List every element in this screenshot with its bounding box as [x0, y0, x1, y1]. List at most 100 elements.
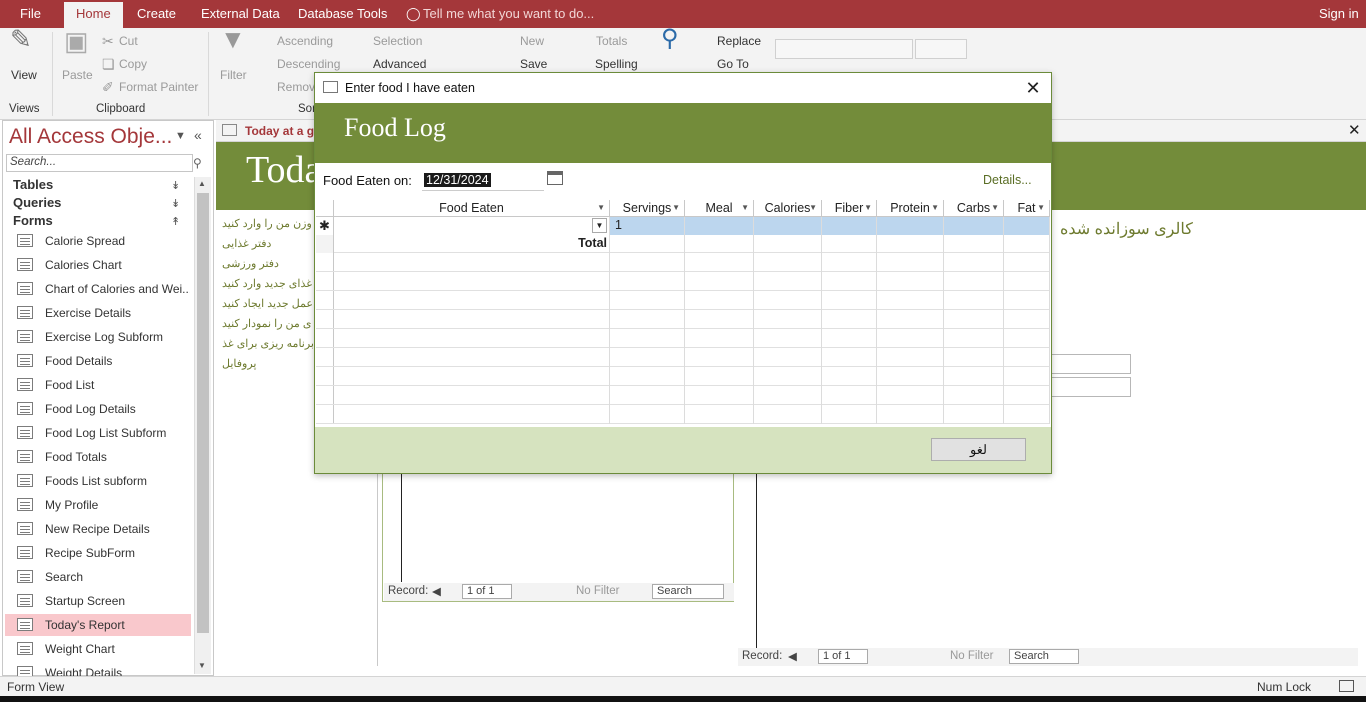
- report-link[interactable]: غذای جدید وارد کنید: [222, 277, 314, 290]
- find-icon[interactable]: ⚲: [661, 27, 679, 51]
- tab-home[interactable]: Home: [64, 2, 123, 28]
- column-header[interactable]: Fiber ▼: [822, 200, 877, 217]
- cut-button[interactable]: Cut: [119, 34, 138, 48]
- search-icon[interactable]: ⚲: [193, 156, 202, 170]
- calories-cell[interactable]: [754, 217, 822, 235]
- view-icon[interactable]: ✎: [10, 26, 32, 52]
- tab-create[interactable]: Create: [137, 0, 176, 28]
- nav-pane-title[interactable]: All Access Obje...: [9, 125, 172, 149]
- carbs-cell[interactable]: [944, 217, 1004, 235]
- column-header[interactable]: Servings ▼: [610, 200, 685, 217]
- nav-item-form[interactable]: Recipe SubForm: [5, 542, 191, 564]
- report-link[interactable]: برنامه ریزی برای غذا: [222, 337, 314, 350]
- nav-item-form[interactable]: New Recipe Details: [5, 518, 191, 540]
- nav-item-form[interactable]: Exercise Log Subform: [5, 326, 191, 348]
- close-document-icon[interactable]: ✕: [1348, 121, 1361, 139]
- totals-button[interactable]: Totals: [596, 34, 627, 48]
- report-link[interactable]: پروفایل: [222, 357, 314, 370]
- nav-item-form[interactable]: Calories Chart: [5, 254, 191, 276]
- record-position-input[interactable]: 1 of 1: [462, 584, 512, 599]
- record-search-input[interactable]: Search: [1009, 649, 1079, 664]
- record-position-input[interactable]: 1 of 1: [818, 649, 868, 664]
- nav-item-form[interactable]: Food List: [5, 374, 191, 396]
- nav-item-form[interactable]: Chart of Calories and Wei...: [5, 278, 191, 300]
- expand-icon[interactable]: ↡: [171, 197, 180, 210]
- row-selector[interactable]: [316, 235, 334, 253]
- column-filter-icon[interactable]: ▼: [672, 200, 680, 216]
- report-field[interactable]: [1050, 354, 1131, 374]
- selection-button[interactable]: Selection: [373, 34, 422, 48]
- new-record-row[interactable]: ✱ ▼ 1: [316, 217, 1050, 235]
- filter-button[interactable]: Filter: [220, 68, 247, 82]
- record-search-input[interactable]: Search: [652, 584, 724, 599]
- ascending-button[interactable]: Ascending: [277, 34, 333, 48]
- nav-item-form[interactable]: Today's Report: [5, 614, 191, 636]
- nav-item-form[interactable]: Calorie Spread: [5, 230, 191, 252]
- scroll-up-icon[interactable]: ▲: [198, 179, 206, 188]
- report-link[interactable]: دفتر غذایی: [222, 237, 314, 250]
- nav-item-form[interactable]: My Profile: [5, 494, 191, 516]
- collapse-pane-icon[interactable]: «: [194, 127, 202, 143]
- column-header[interactable]: Fat ▼: [1004, 200, 1050, 217]
- advanced-button[interactable]: Advanced: [373, 57, 426, 71]
- column-filter-icon[interactable]: ▼: [864, 200, 872, 216]
- nav-section-forms[interactable]: Forms: [13, 213, 53, 228]
- nav-section-queries[interactable]: Queries: [13, 195, 61, 210]
- collapse-icon[interactable]: ↟: [171, 215, 180, 228]
- protein-cell[interactable]: [877, 217, 944, 235]
- paste-button[interactable]: Paste: [62, 68, 93, 82]
- scroll-down-icon[interactable]: ▼: [198, 661, 206, 670]
- column-header[interactable]: Protein ▼: [877, 200, 944, 217]
- select-all-cell[interactable]: [316, 200, 334, 217]
- nav-item-form[interactable]: Food Log List Subform: [5, 422, 191, 444]
- view-button[interactable]: View: [11, 68, 37, 82]
- column-filter-icon[interactable]: ▼: [931, 200, 939, 216]
- nav-item-form[interactable]: Weight Chart: [5, 638, 191, 660]
- report-link[interactable]: ی من را نمودار کنید: [222, 317, 314, 330]
- nav-item-form[interactable]: Food Details: [5, 350, 191, 372]
- remove-sort-button[interactable]: Remov: [277, 80, 315, 94]
- column-filter-icon[interactable]: ▼: [991, 200, 999, 216]
- new-record-button[interactable]: New: [520, 34, 544, 48]
- meal-cell[interactable]: [685, 217, 754, 235]
- calendar-icon[interactable]: [547, 171, 563, 185]
- expand-icon[interactable]: ↡: [171, 179, 180, 192]
- nav-item-form[interactable]: Food Log Details: [5, 398, 191, 420]
- nav-section-tables[interactable]: Tables: [13, 177, 53, 192]
- tell-me-input[interactable]: Tell me what you want to do...: [423, 0, 594, 28]
- fat-cell[interactable]: [1004, 217, 1050, 235]
- cancel-button[interactable]: لغو: [931, 438, 1026, 461]
- report-link[interactable]: دفتر ورزشی: [222, 257, 314, 270]
- nav-item-form[interactable]: Food Totals: [5, 446, 191, 468]
- descending-button[interactable]: Descending: [277, 57, 340, 71]
- first-record-button[interactable]: ◀: [432, 584, 441, 598]
- column-header[interactable]: Carbs ▼: [944, 200, 1004, 217]
- first-record-button[interactable]: ◀: [788, 649, 797, 663]
- paste-icon[interactable]: ▣: [64, 28, 89, 54]
- food-eaten-combo[interactable]: ▼: [334, 217, 610, 235]
- close-icon[interactable]: ✕: [1023, 78, 1043, 98]
- column-filter-icon[interactable]: ▼: [1037, 200, 1045, 216]
- font-size-select[interactable]: [915, 39, 967, 59]
- filter-icon[interactable]: ▼: [220, 26, 246, 52]
- details-link[interactable]: Details...: [983, 173, 1032, 187]
- spelling-button[interactable]: Spelling: [595, 57, 638, 71]
- report-field[interactable]: [1050, 377, 1131, 397]
- copy-button[interactable]: Copy: [119, 57, 147, 71]
- report-link[interactable]: عمل جدید ایجاد کنید: [222, 297, 314, 310]
- food-eaten-on-date-field[interactable]: 12/31/2024: [422, 171, 544, 191]
- nav-item-form[interactable]: Startup Screen: [5, 590, 191, 612]
- sign-in-link[interactable]: Sign in: [1319, 0, 1359, 28]
- servings-cell[interactable]: 1: [610, 217, 685, 235]
- nav-menu-icon[interactable]: ▼: [175, 130, 186, 142]
- column-filter-icon[interactable]: ▼: [597, 200, 605, 216]
- form-view-icon[interactable]: [1339, 680, 1354, 692]
- column-filter-icon[interactable]: ▼: [809, 200, 817, 216]
- no-filter-button[interactable]: No Filter: [950, 650, 993, 662]
- nav-item-form[interactable]: Search: [5, 566, 191, 588]
- column-filter-icon[interactable]: ▼: [741, 200, 749, 216]
- document-tab-title[interactable]: Today at a gla: [245, 124, 324, 138]
- tab-database-tools[interactable]: Database Tools: [298, 0, 387, 28]
- column-header[interactable]: Food Eaten ▼: [334, 200, 610, 217]
- no-filter-button[interactable]: No Filter: [576, 585, 619, 597]
